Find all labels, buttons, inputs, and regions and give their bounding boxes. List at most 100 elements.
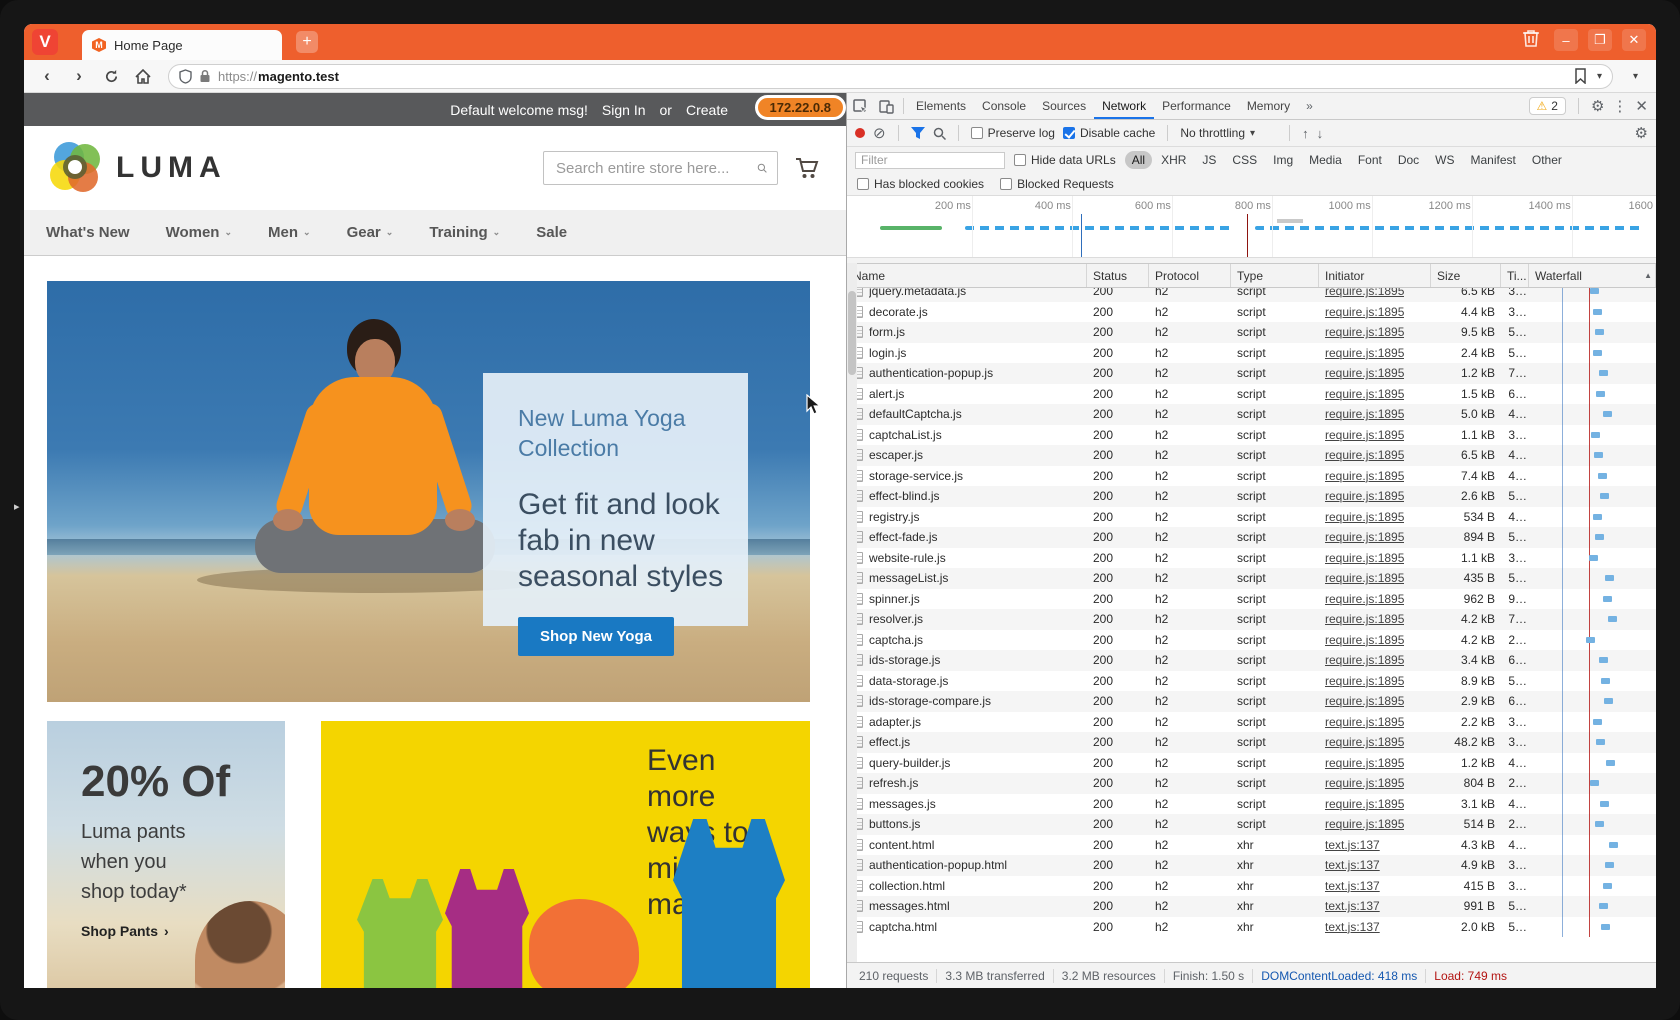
initiator-link[interactable]: require.js:1895	[1325, 817, 1404, 831]
close-button[interactable]: ✕	[1622, 29, 1646, 51]
initiator-link[interactable]: require.js:1895	[1325, 510, 1404, 524]
search-icon[interactable]	[757, 160, 767, 176]
initiator-link[interactable]: text.js:137	[1325, 858, 1380, 872]
ip-extension-badge[interactable]: 172.22.0.8	[755, 95, 846, 120]
initiator-link[interactable]: require.js:1895	[1325, 633, 1404, 647]
request-row[interactable]: captcha.js200h2scriptrequire.js:18954.2 …	[847, 630, 1656, 651]
initiator-link[interactable]: require.js:1895	[1325, 797, 1404, 811]
initiator-link[interactable]: require.js:1895	[1325, 428, 1404, 442]
back-button[interactable]: ‹	[34, 64, 60, 88]
filter-pill-ws[interactable]: WS	[1428, 151, 1461, 169]
filter-pill-all[interactable]: All	[1125, 151, 1152, 169]
disable-cache-checkbox[interactable]: Disable cache	[1063, 126, 1155, 140]
trash-icon[interactable]	[1522, 28, 1544, 52]
nav-item-men[interactable]: Men⌄	[268, 224, 311, 241]
request-row[interactable]: ids-storage-compare.js200h2scriptrequire…	[847, 691, 1656, 712]
filter-pill-img[interactable]: Img	[1266, 151, 1300, 169]
request-row[interactable]: ids-storage.js200h2scriptrequire.js:1895…	[847, 650, 1656, 671]
initiator-link[interactable]: text.js:137	[1325, 920, 1380, 934]
initiator-link[interactable]: require.js:1895	[1325, 735, 1404, 749]
request-row[interactable]: authentication-popup.js200h2scriptrequir…	[847, 363, 1656, 384]
clear-icon[interactable]: ⊘	[873, 124, 886, 142]
new-tab-button[interactable]: +	[296, 31, 318, 53]
devtools-tab-elements[interactable]: Elements	[908, 93, 974, 119]
reload-button[interactable]	[98, 64, 124, 88]
initiator-link[interactable]: require.js:1895	[1325, 325, 1404, 339]
create-account-link[interactable]: Create	[686, 102, 728, 118]
blocked-requests-checkbox[interactable]: Blocked Requests	[1000, 177, 1114, 191]
devtools-tab-network[interactable]: Network	[1094, 93, 1154, 119]
request-row[interactable]: buttons.js200h2scriptrequire.js:1895514 …	[847, 814, 1656, 835]
initiator-link[interactable]: require.js:1895	[1325, 612, 1404, 626]
initiator-link[interactable]: require.js:1895	[1325, 776, 1404, 790]
filter-pill-other[interactable]: Other	[1525, 151, 1569, 169]
search-input[interactable]	[554, 159, 757, 178]
network-search-icon[interactable]	[933, 127, 946, 140]
request-row[interactable]: login.js200h2scriptrequire.js:18952.4 kB…	[847, 343, 1656, 364]
initiator-link[interactable]: text.js:137	[1325, 879, 1380, 893]
vivaldi-menu-button[interactable]: V	[32, 29, 58, 55]
initiator-link[interactable]: require.js:1895	[1325, 448, 1404, 462]
initiator-link[interactable]: require.js:1895	[1325, 551, 1404, 565]
initiator-link[interactable]: require.js:1895	[1325, 694, 1404, 708]
minimize-button[interactable]: –	[1554, 29, 1578, 51]
devtools-tab-console[interactable]: Console	[974, 93, 1034, 119]
initiator-link[interactable]: require.js:1895	[1325, 407, 1404, 421]
network-settings-icon[interactable]: ⚙	[1635, 124, 1648, 142]
luma-logo-icon[interactable]	[50, 142, 102, 194]
network-overview-timeline[interactable]: 200 ms400 ms600 ms800 ms1000 ms1200 ms14…	[847, 196, 1656, 258]
initiator-link[interactable]: text.js:137	[1325, 838, 1380, 852]
initiator-link[interactable]: require.js:1895	[1325, 530, 1404, 544]
nav-item-what-s-new[interactable]: What's New	[46, 224, 130, 241]
filter-pill-xhr[interactable]: XHR	[1154, 151, 1193, 169]
nav-item-training[interactable]: Training⌄	[429, 224, 500, 241]
request-row[interactable]: defaultCaptcha.js200h2scriptrequire.js:1…	[847, 404, 1656, 425]
column-header-status[interactable]: Status	[1087, 264, 1149, 287]
device-toolbar-icon[interactable]	[873, 93, 899, 119]
hide-data-urls-checkbox[interactable]: Hide data URLs	[1014, 153, 1116, 167]
column-header-size[interactable]: Size	[1431, 264, 1501, 287]
request-row[interactable]: effect.js200h2scriptrequire.js:189548.2 …	[847, 732, 1656, 753]
maximize-button[interactable]: ❐	[1588, 29, 1612, 51]
request-row[interactable]: registry.js200h2scriptrequire.js:1895534…	[847, 507, 1656, 528]
filter-pill-media[interactable]: Media	[1302, 151, 1349, 169]
devtools-menu-icon[interactable]: ⋮	[1612, 97, 1627, 115]
blocked-cookies-checkbox[interactable]: Has blocked cookies	[857, 177, 984, 191]
forward-button[interactable]: ›	[66, 64, 92, 88]
column-header-type[interactable]: Type	[1231, 264, 1319, 287]
request-row[interactable]: captcha.html200h2xhrtext.js:1372.0 kB5…	[847, 917, 1656, 938]
filter-pill-js[interactable]: JS	[1195, 151, 1223, 169]
promo-mix-card[interactable]: Evenmoreways tomix andmatch	[321, 721, 810, 988]
request-row[interactable]: alert.js200h2scriptrequire.js:18951.5 kB…	[847, 384, 1656, 405]
issues-badge[interactable]: ⚠ 2	[1529, 97, 1566, 115]
luma-logo-text[interactable]: LUMA	[116, 151, 227, 185]
home-button[interactable]	[130, 64, 156, 88]
devtools-tab-memory[interactable]: Memory	[1239, 93, 1298, 119]
request-row[interactable]: authentication-popup.html200h2xhrtext.js…	[847, 855, 1656, 876]
toolbar-dropdown-icon[interactable]: ▾	[1633, 71, 1638, 82]
shield-icon[interactable]	[179, 69, 192, 84]
request-row[interactable]: query-builder.js200h2scriptrequire.js:18…	[847, 753, 1656, 774]
initiator-link[interactable]: require.js:1895	[1325, 756, 1404, 770]
nav-item-women[interactable]: Women⌄	[166, 224, 232, 241]
network-filter-input[interactable]	[855, 152, 1005, 169]
request-row[interactable]: refresh.js200h2scriptrequire.js:1895804 …	[847, 773, 1656, 794]
initiator-link[interactable]: require.js:1895	[1325, 469, 1404, 483]
initiator-link[interactable]: require.js:1895	[1325, 571, 1404, 585]
export-har-icon[interactable]: ↓	[1317, 126, 1324, 141]
request-row[interactable]: content.html200h2xhrtext.js:1374.3 kB4…	[847, 835, 1656, 856]
promo-pants-card[interactable]: 20% Of Luma pantswhen youshop today* Sho…	[47, 721, 285, 988]
address-bar[interactable]: https:// magento.test ▾	[168, 64, 1613, 89]
devtools-scrollbar-thumb[interactable]	[848, 291, 856, 375]
column-header-ti[interactable]: Ti...	[1501, 264, 1529, 287]
column-header-protocol[interactable]: Protocol	[1149, 264, 1231, 287]
request-row[interactable]: captchaList.js200h2scriptrequire.js:1895…	[847, 425, 1656, 446]
filter-pill-doc[interactable]: Doc	[1391, 151, 1426, 169]
request-row[interactable]: messages.html200h2xhrtext.js:137991 B5…	[847, 896, 1656, 917]
preserve-log-checkbox[interactable]: Preserve log	[971, 126, 1055, 140]
request-row[interactable]: effect-blind.js200h2scriptrequire.js:189…	[847, 486, 1656, 507]
request-row[interactable]: jquery.metadata.js200h2scriptrequire.js:…	[847, 288, 1656, 302]
initiator-link[interactable]: require.js:1895	[1325, 346, 1404, 360]
column-header-name[interactable]: Name	[847, 264, 1087, 287]
shop-new-yoga-button[interactable]: Shop New Yoga	[518, 617, 674, 656]
